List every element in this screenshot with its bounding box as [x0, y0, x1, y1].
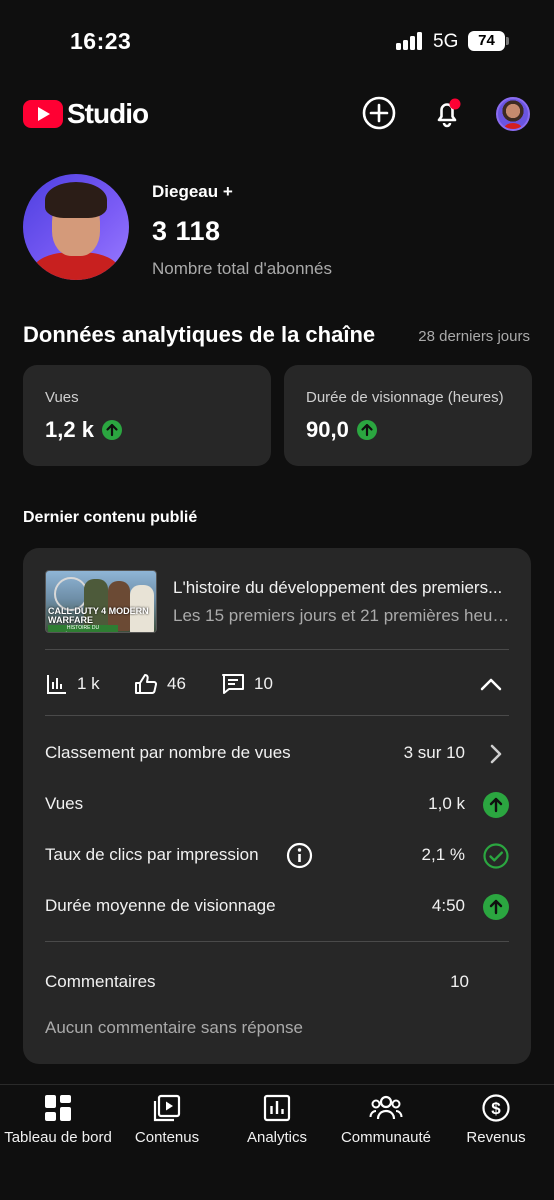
comment-icon [222, 674, 244, 694]
ctr-row: Taux de clics par impression 2,1 % [45, 841, 509, 871]
nav-community[interactable]: Communauté [336, 1093, 436, 1146]
analytics-title: Données analytiques de la chaîne [23, 322, 376, 347]
row-value: 4:50 [431, 896, 465, 915]
views-row: Vues 1,0 k [45, 790, 509, 820]
app-header: Studio [0, 95, 554, 135]
trend-up-icon [356, 420, 377, 440]
thumbnail-logo: CALL DUTY 4 MODERN WARFARE [48, 606, 149, 625]
trend-up-icon [483, 894, 509, 920]
row-value: 2,1 % [421, 845, 465, 864]
stat-value: 1,2 k [45, 417, 122, 443]
status-bar: 16:23 5G 74 [0, 0, 554, 80]
avg-duration-row: Durée moyenne de visionnage 4:50 [45, 892, 509, 922]
row-label: Vues [45, 794, 84, 813]
stat-label: Vues [45, 389, 79, 406]
row-value: 1,0 k [428, 794, 465, 813]
dashboard-icon [45, 1095, 71, 1121]
chevron-up-icon[interactable] [479, 674, 503, 699]
analytics-range: 28 derniers jours [418, 328, 530, 345]
stat-number: 1,2 k [45, 417, 94, 442]
bottom-nav: Tableau de bord Contenus Analytics Commu… [0, 1084, 554, 1200]
stat-label: Durée de visionnage (heures) [306, 389, 504, 406]
nav-label: Analytics [246, 1129, 308, 1146]
nav-label: Communauté [340, 1129, 432, 1146]
info-icon[interactable] [286, 842, 313, 874]
svg-text:$: $ [491, 1099, 501, 1118]
comments-count: 10 [254, 674, 273, 693]
bar-chart-icon [47, 675, 66, 694]
thumbs-up-icon [135, 674, 158, 694]
channel-name: Diegeau + [152, 182, 233, 201]
row-value: 3 sur 10 [403, 743, 465, 762]
ranking-row[interactable]: Classement par nombre de vues 3 sur 10 [45, 739, 509, 769]
youtube-play-icon [23, 100, 63, 128]
trend-up-icon [483, 792, 509, 818]
trend-up-icon [101, 420, 122, 440]
nav-label: Contenus [134, 1129, 200, 1146]
revenue-icon: $ [482, 1094, 510, 1122]
account-avatar[interactable] [496, 97, 530, 131]
row-label: Durée moyenne de visionnage [45, 896, 276, 915]
stat-value: 90,0 [306, 417, 377, 443]
likes-metric: 46 [133, 672, 186, 696]
video-subtitle: Les 15 premiers jours et 21 premières he… [173, 606, 513, 625]
thumbnail-banner: HISTOIRE DU DÉVELOPPEMENT [48, 625, 118, 632]
divider [45, 715, 509, 716]
network-type: 5G [433, 31, 459, 52]
check-circle-icon [483, 843, 509, 869]
community-icon [369, 1095, 403, 1120]
watch-time-card[interactable]: Durée de visionnage (heures) 90,0 [284, 365, 532, 466]
signal-icon [396, 32, 426, 50]
nav-revenue[interactable]: $ Revenus [456, 1093, 536, 1146]
latest-content-title: Dernier contenu publié [23, 509, 198, 526]
nav-label: Revenus [466, 1129, 526, 1146]
create-icon[interactable] [361, 95, 397, 131]
comments-label: Commentaires [45, 972, 156, 991]
subscriber-count: 3 118 [152, 216, 221, 246]
nav-dashboard[interactable]: Tableau de bord [2, 1093, 114, 1146]
views-card[interactable]: Vues 1,2 k [23, 365, 271, 466]
stat-number: 90,0 [306, 417, 349, 442]
nav-content[interactable]: Contenus [124, 1093, 210, 1146]
views-count: 1 k [77, 674, 100, 693]
comments-row[interactable]: Commentaires 10 [45, 972, 509, 992]
likes-count: 46 [167, 674, 186, 693]
logo-text: Studio [67, 98, 149, 129]
row-label: Taux de clics par impression [45, 845, 259, 864]
divider [45, 941, 509, 942]
comments-metric: 10 [220, 672, 273, 696]
views-metric: 1 k [45, 672, 100, 696]
status-time: 16:23 [70, 28, 132, 54]
video-thumbnail[interactable]: CALL DUTY 4 MODERN WARFARE HISTOIRE DU D… [45, 570, 157, 633]
nav-analytics[interactable]: Analytics [232, 1093, 322, 1146]
chevron-right-icon [489, 743, 503, 770]
comments-empty-text: Aucun commentaire sans réponse [45, 1018, 303, 1037]
video-title[interactable]: L'histoire du développement des premiers… [173, 578, 513, 598]
notifications-icon[interactable] [429, 95, 465, 131]
channel-avatar [23, 174, 129, 280]
youtube-studio-logo[interactable]: Studio [23, 98, 149, 130]
divider [45, 649, 509, 650]
battery-icon: 74 [468, 31, 509, 51]
subscriber-label: Nombre total d'abonnés [152, 259, 332, 278]
latest-content-card: CALL DUTY 4 MODERN WARFARE HISTOIRE DU D… [23, 548, 531, 1064]
content-icon [153, 1094, 181, 1122]
comments-value: 10 [450, 972, 469, 991]
row-label: Classement par nombre de vues [45, 743, 291, 762]
nav-label: Tableau de bord [4, 1129, 112, 1146]
analytics-icon [263, 1094, 291, 1122]
